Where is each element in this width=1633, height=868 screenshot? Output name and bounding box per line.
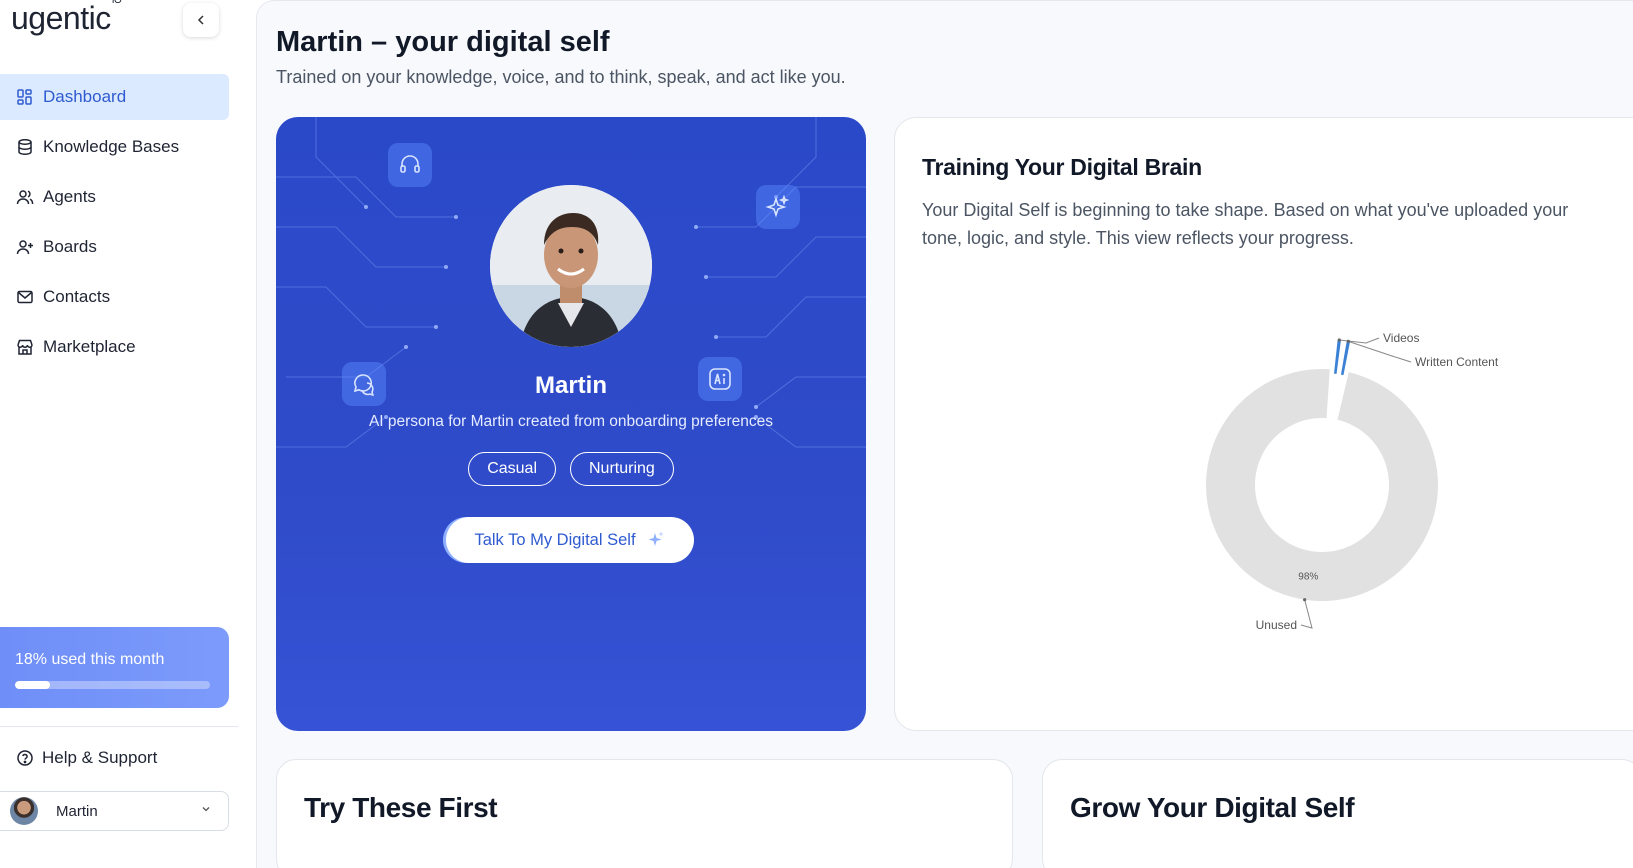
usage-progress-fill bbox=[15, 681, 51, 689]
sidebar-item-label: Marketplace bbox=[43, 337, 136, 356]
user-name: Martin bbox=[56, 802, 98, 820]
sidebar-item-label: Knowledge Bases bbox=[43, 137, 180, 156]
page-subtitle: Trained on your knowledge, voice, and to… bbox=[276, 67, 846, 87]
digital-self-card: Martin AI persona for Martin created fro… bbox=[276, 117, 866, 731]
donut-slice-written-content[interactable] bbox=[1340, 341, 1350, 376]
persona-description: AI persona for Martin created from onboa… bbox=[368, 413, 774, 430]
data-label: 98% bbox=[1298, 571, 1318, 582]
sidebar-item-knowledge-bases[interactable]: Knowledge Bases bbox=[0, 124, 229, 170]
help-circle-icon bbox=[17, 750, 33, 766]
training-donut-chart: Videos Written Content Unused 98% bbox=[1206, 331, 1499, 632]
store-icon bbox=[17, 339, 33, 355]
sidebar-item-label: Dashboard bbox=[43, 87, 127, 106]
user-plus-icon bbox=[16, 240, 33, 255]
usage-text: 18% used this month bbox=[15, 651, 165, 668]
try-these-first-title: Try These First bbox=[304, 792, 498, 823]
legend-label: Written Content bbox=[1415, 355, 1499, 369]
dashboard-grid-icon bbox=[17, 89, 32, 105]
chevron-left-icon bbox=[197, 15, 204, 25]
usage-progress-bar bbox=[15, 681, 210, 689]
sidebar-item-contacts[interactable]: Contacts bbox=[0, 274, 229, 320]
persona-name: Martin bbox=[535, 372, 607, 399]
users-icon bbox=[16, 190, 34, 205]
sparkle-icon bbox=[648, 531, 664, 546]
sidebar-nav: Dashboard Knowledge Bases Agents Boards … bbox=[0, 74, 238, 374]
leader-dot bbox=[1337, 338, 1341, 342]
tag-nurturing[interactable]: Nurturing bbox=[570, 452, 674, 486]
page-title: Martin – your digital self bbox=[276, 26, 610, 58]
leader-dot bbox=[1346, 339, 1350, 343]
chevron-down-icon bbox=[202, 807, 210, 812]
sidebar: ugenticIO Dashboard Knowledge Bases Agen… bbox=[0, 0, 238, 868]
help-support-link[interactable]: Help & Support bbox=[16, 748, 157, 768]
main-content: Martin – your digital self Trained on yo… bbox=[256, 0, 1633, 868]
headset-icon bbox=[388, 143, 432, 187]
sidebar-item-label: Contacts bbox=[43, 287, 111, 306]
persona-tags: Casual Nurturing bbox=[276, 452, 866, 486]
donut-slice-unused[interactable] bbox=[1206, 369, 1438, 601]
leader-line bbox=[1339, 337, 1380, 344]
usage-card[interactable]: 18% used this month bbox=[0, 627, 229, 708]
grow-digital-self-card: Grow Your Digital Self bbox=[1042, 759, 1633, 868]
user-menu-select[interactable]: Martin bbox=[0, 791, 229, 831]
collapse-sidebar-button[interactable] bbox=[183, 3, 219, 37]
sidebar-item-label: Boards bbox=[43, 237, 97, 256]
legend-label: Videos bbox=[1383, 331, 1419, 345]
mail-icon bbox=[17, 290, 33, 304]
sidebar-item-dashboard[interactable]: Dashboard bbox=[0, 74, 229, 120]
sidebar-divider bbox=[0, 726, 238, 727]
logo-text: ugentic bbox=[11, 0, 111, 36]
talk-to-digital-self-button[interactable]: Talk To My Digital Self bbox=[446, 517, 694, 563]
sidebar-item-agents[interactable]: Agents bbox=[0, 174, 229, 220]
sparkle-icon bbox=[756, 185, 800, 229]
grow-digital-self-title: Grow Your Digital Self bbox=[1070, 792, 1355, 823]
donut-slice-videos[interactable] bbox=[1333, 339, 1341, 374]
avatar bbox=[10, 797, 38, 825]
leader-line bbox=[1300, 599, 1313, 629]
avatar bbox=[490, 185, 652, 347]
talk-button-label: Talk To My Digital Self bbox=[474, 530, 636, 549]
database-icon bbox=[18, 139, 32, 155]
sidebar-item-marketplace[interactable]: Marketplace bbox=[0, 324, 229, 370]
training-brain-card: Training Your Digital Brain Your Digital… bbox=[894, 117, 1633, 731]
try-these-first-card: Try These First bbox=[276, 759, 1013, 868]
logo-sup: IO bbox=[111, 0, 122, 7]
leader-dot bbox=[1303, 598, 1307, 602]
tag-casual[interactable]: Casual bbox=[468, 452, 556, 486]
logo[interactable]: ugenticIO bbox=[11, 0, 122, 37]
legend-label: Unused bbox=[1256, 618, 1297, 632]
sidebar-item-boards[interactable]: Boards bbox=[0, 224, 229, 270]
sidebar-item-label: Agents bbox=[43, 187, 96, 206]
help-label: Help & Support bbox=[42, 748, 158, 767]
